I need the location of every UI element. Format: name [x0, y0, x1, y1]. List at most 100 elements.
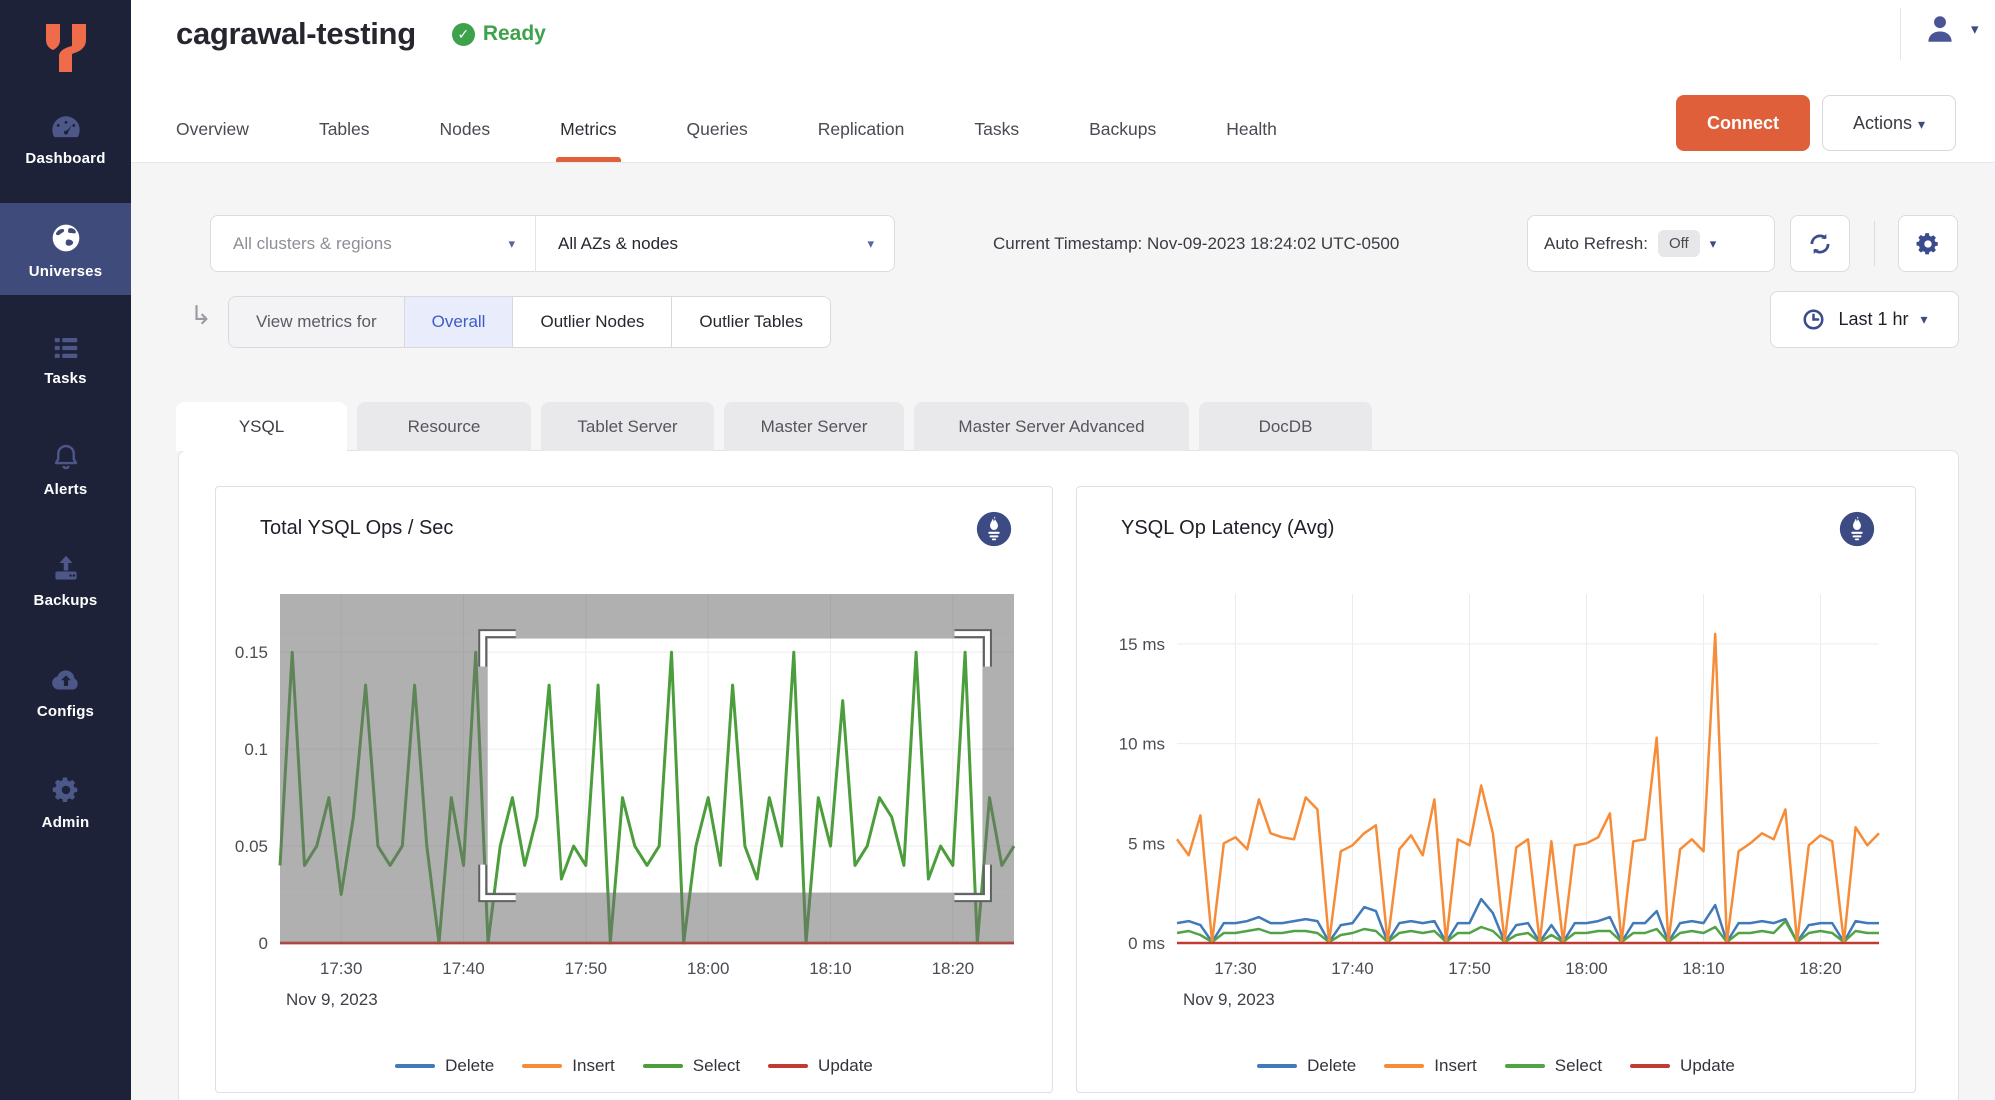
sidebar-item-admin[interactable]: Admin [0, 756, 131, 846]
svg-text:17:30: 17:30 [320, 959, 363, 978]
sidebar-item-configs[interactable]: Configs [0, 645, 131, 735]
tab-overview[interactable]: Overview [176, 119, 249, 162]
metric-tab-tablet-server[interactable]: Tablet Server [541, 402, 714, 451]
legend-item-select[interactable]: Select [643, 1056, 740, 1076]
legend-label: Delete [1307, 1056, 1356, 1076]
legend-item-insert[interactable]: Insert [1384, 1056, 1477, 1076]
svg-text:10 ms: 10 ms [1119, 735, 1165, 754]
sidebar-nav: Dashboard Universes Tasks Alerts [0, 96, 131, 846]
legend-label: Delete [445, 1056, 494, 1076]
globe-icon [0, 222, 131, 254]
chart-card-total-ysql-ops: Total YSQL Ops / Sec 00.050.10.1517:3017… [215, 486, 1053, 1093]
sidebar-item-label: Admin [0, 814, 131, 831]
tab-tasks[interactable]: Tasks [974, 119, 1019, 162]
sidebar-item-universes[interactable]: Universes [0, 203, 131, 295]
legend-swatch [522, 1064, 562, 1068]
svg-text:18:10: 18:10 [809, 959, 852, 978]
clusters-regions-dropdown[interactable]: All clusters & regions ▾ [210, 215, 536, 272]
auto-refresh-value[interactable]: Off [1658, 230, 1700, 257]
azs-dropdown-value: All AZs & nodes [558, 234, 678, 254]
header-divider [1900, 8, 1901, 60]
gear-icon [0, 775, 131, 805]
tab-tables[interactable]: Tables [319, 119, 370, 162]
segment-outlier-tables[interactable]: Outlier Tables [671, 297, 830, 347]
metric-tab-resource[interactable]: Resource [357, 402, 531, 451]
time-range-dropdown[interactable]: Last 1 hr ▾ [1770, 291, 1959, 348]
legend-item-insert[interactable]: Insert [522, 1056, 615, 1076]
tab-metrics[interactable]: Metrics [560, 119, 616, 162]
chart-card-ysql-op-latency: YSQL Op Latency (Avg) 0 ms5 ms10 ms15 ms… [1076, 486, 1916, 1093]
sidebar-item-label: Universes [0, 263, 131, 280]
svg-text:0.1: 0.1 [244, 740, 268, 759]
legend-item-select[interactable]: Select [1505, 1056, 1602, 1076]
sub-level-arrow-icon: ↳ [190, 300, 212, 331]
yugabyte-y-icon [38, 18, 94, 78]
legend-label: Insert [572, 1056, 615, 1076]
legend-swatch [395, 1064, 435, 1068]
yugabyte-logo[interactable] [0, 0, 131, 96]
legend-swatch [643, 1064, 683, 1068]
user-icon [1923, 12, 1957, 46]
legend-swatch [1384, 1064, 1424, 1068]
auto-refresh-label: Auto Refresh: [1544, 234, 1648, 254]
time-range-value: Last 1 hr [1838, 309, 1908, 330]
legend-item-update[interactable]: Update [1630, 1056, 1735, 1076]
svg-text:0.05: 0.05 [235, 837, 268, 856]
chart-legend: Delete Insert Select Update [216, 1056, 1052, 1076]
settings-button[interactable] [1898, 215, 1958, 272]
legend-label: Select [693, 1056, 740, 1076]
ysql-latency-chart[interactable]: 0 ms5 ms10 ms15 ms17:3017:4017:5018:0018… [1077, 582, 1917, 1012]
metric-tab-docdb[interactable]: DocDB [1199, 402, 1372, 451]
sidebar-item-tasks[interactable]: Tasks [0, 316, 131, 402]
sidebar: Dashboard Universes Tasks Alerts [0, 0, 131, 1100]
gear-icon [1915, 231, 1941, 257]
tab-queries[interactable]: Queries [687, 119, 748, 162]
azs-nodes-dropdown[interactable]: All AZs & nodes ▾ [535, 215, 895, 272]
connect-button[interactable]: Connect [1676, 95, 1810, 151]
sidebar-item-label: Alerts [0, 481, 131, 498]
segment-outlier-nodes[interactable]: Outlier Nodes [512, 297, 671, 347]
ysql-ops-chart[interactable]: 00.050.10.1517:3017:4017:5018:0018:1018:… [216, 582, 1054, 1012]
tab-replication[interactable]: Replication [818, 119, 905, 162]
auto-refresh-control[interactable]: Auto Refresh: Off ▾ [1527, 215, 1775, 272]
metric-tab-ysql[interactable]: YSQL [176, 402, 347, 451]
universe-tabs: Overview Tables Nodes Metrics Queries Re… [176, 119, 1277, 162]
legend-label: Update [1680, 1056, 1735, 1076]
sidebar-item-dashboard[interactable]: Dashboard [0, 96, 131, 182]
page-title: cagrawal-testing [176, 16, 416, 52]
sidebar-item-alerts[interactable]: Alerts [0, 423, 131, 513]
legend-item-delete[interactable]: Delete [395, 1056, 494, 1076]
legend-label: Update [818, 1056, 873, 1076]
svg-text:18:10: 18:10 [1682, 959, 1725, 978]
prometheus-icon[interactable] [976, 511, 1012, 547]
metric-tab-master-server[interactable]: Master Server [724, 402, 904, 451]
svg-text:17:30: 17:30 [1214, 959, 1257, 978]
chevron-down-icon: ▾ [508, 236, 515, 252]
refresh-button[interactable] [1790, 215, 1850, 272]
chevron-down-icon: ▾ [867, 236, 874, 252]
svg-text:5 ms: 5 ms [1128, 834, 1165, 853]
view-metrics-for-label: View metrics for [229, 297, 404, 347]
chevron-down-icon: ▾ [1971, 20, 1979, 38]
sidebar-item-label: Dashboard [0, 150, 131, 167]
clock-icon [1801, 307, 1826, 332]
prometheus-icon[interactable] [1839, 511, 1875, 547]
tab-nodes[interactable]: Nodes [440, 119, 491, 162]
user-menu[interactable]: ▾ [1923, 12, 1979, 46]
svg-text:18:00: 18:00 [1565, 959, 1608, 978]
metric-tab-master-server-advanced[interactable]: Master Server Advanced [914, 402, 1189, 451]
svg-text:17:40: 17:40 [442, 959, 485, 978]
chart-legend: Delete Insert Select Update [1077, 1056, 1915, 1076]
sidebar-item-label: Backups [0, 592, 131, 609]
legend-item-update[interactable]: Update [768, 1056, 873, 1076]
tab-health[interactable]: Health [1226, 119, 1277, 162]
sidebar-item-backups[interactable]: Backups [0, 534, 131, 624]
universe-header: cagrawal-testing ✓ Ready ▾ Overview Tabl… [131, 0, 1995, 163]
legend-item-delete[interactable]: Delete [1257, 1056, 1356, 1076]
tab-backups[interactable]: Backups [1089, 119, 1156, 162]
segment-overall[interactable]: Overall [404, 297, 513, 347]
actions-button[interactable]: Actions▾ [1822, 95, 1956, 151]
svg-text:18:20: 18:20 [1799, 959, 1842, 978]
clusters-dropdown-value: All clusters & regions [233, 234, 392, 254]
current-timestamp: Current Timestamp: Nov-09-2023 18:24:02 … [993, 215, 1399, 272]
